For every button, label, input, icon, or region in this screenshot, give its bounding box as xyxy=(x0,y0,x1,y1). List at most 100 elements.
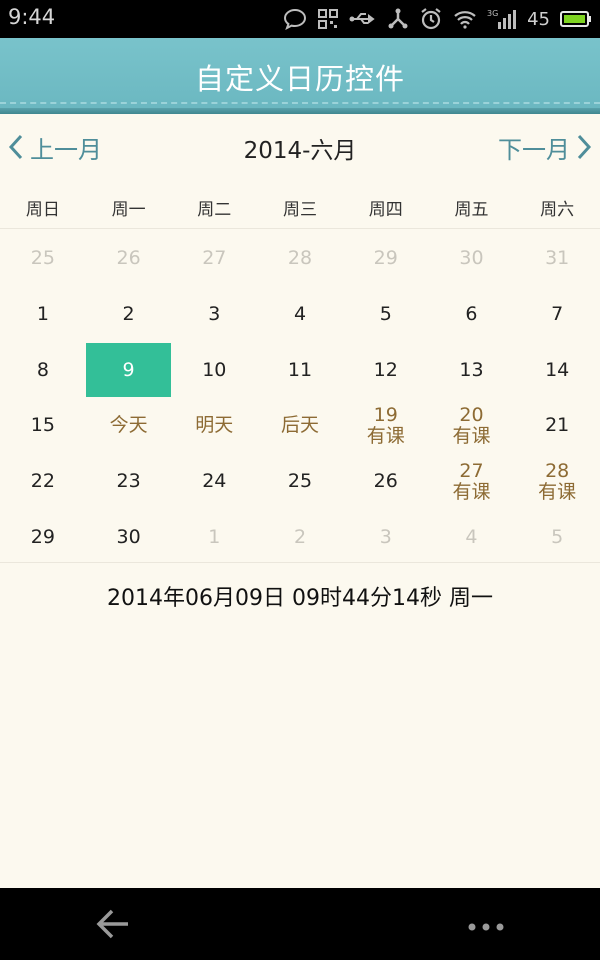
status-bar: 9:44 3G 45 xyxy=(0,0,600,38)
battery-level: 45 xyxy=(527,8,550,30)
day-cell[interactable]: 11 xyxy=(257,342,343,398)
week-row: 15 今天 明天 后天 19 有课 20 有课 21 xyxy=(0,398,600,454)
month-nav: 上一月 2014-六月 下一月 xyxy=(0,114,600,180)
back-arrow-icon xyxy=(96,909,128,939)
next-month-button[interactable]: 下一月 xyxy=(498,131,592,164)
day-cell[interactable]: 5 xyxy=(514,509,600,565)
day-cell[interactable]: 29 xyxy=(343,231,429,287)
day-label: 19 xyxy=(373,403,398,426)
day-cell[interactable]: 2 xyxy=(86,287,172,343)
status-time: 9:44 xyxy=(8,5,56,29)
day-label: 6 xyxy=(465,303,478,326)
day-label: 8 xyxy=(36,358,49,381)
signal-icon: 3G xyxy=(487,9,517,29)
day-cell[interactable]: 5 xyxy=(343,287,429,343)
day-cell[interactable]: 27 xyxy=(171,231,257,287)
back-button[interactable] xyxy=(94,906,134,946)
day-cell[interactable]: 10 xyxy=(171,342,257,398)
day-label: 20 xyxy=(459,403,484,426)
day-label: 21 xyxy=(545,414,570,437)
title-bar: 自定义日历控件 xyxy=(0,38,600,114)
day-label: 今天 xyxy=(109,414,148,437)
day-label: 4 xyxy=(293,303,307,326)
day-cell[interactable]: 28 xyxy=(257,231,343,287)
wifi-icon xyxy=(454,11,476,29)
weekday-header: 周日 周一 周二 周三 周四 周五 周六 xyxy=(0,193,600,229)
week-row: 25 26 27 28 29 30 31 xyxy=(0,231,600,287)
day-cell[interactable]: 后天 xyxy=(257,398,343,454)
day-label: 后天 xyxy=(281,414,320,437)
share-icon xyxy=(388,8,408,29)
day-label: 31 xyxy=(545,247,570,270)
day-cell[interactable]: 29 xyxy=(0,509,86,565)
day-label: 5 xyxy=(379,303,392,326)
qr-scan-icon xyxy=(318,9,339,29)
day-label: 14 xyxy=(545,358,570,381)
day-cell[interactable]: 28 有课 xyxy=(514,454,600,510)
day-label: 1 xyxy=(208,525,221,548)
day-label: 28 xyxy=(545,459,570,482)
day-cell[interactable]: 1 xyxy=(0,287,86,343)
day-note: 有课 xyxy=(366,424,405,447)
week-row: 22 23 24 25 26 27 有课 28 有课 xyxy=(0,454,600,510)
weekday-label: 周三 xyxy=(283,200,318,220)
calendar-grid: 25 26 27 28 29 30 31 1 2 3 4 5 6 7 8 9 10 11 12 13 14 15 今天 明天后… xyxy=(0,231,600,565)
day-cell[interactable]: 1 xyxy=(171,509,257,565)
battery-icon xyxy=(560,11,591,27)
day-cell[interactable]: 25 xyxy=(257,454,343,510)
day-label: 22 xyxy=(30,470,55,493)
day-label: 3 xyxy=(379,525,392,548)
day-cell[interactable]: 25 xyxy=(0,231,86,287)
more-button[interactable] xyxy=(466,918,506,937)
day-cell[interactable]: 26 xyxy=(86,231,172,287)
day-label: 4 xyxy=(465,525,478,548)
day-label: 26 xyxy=(373,470,398,493)
day-label: 27 xyxy=(202,247,227,270)
day-cell[interactable]: 30 xyxy=(86,509,172,565)
day-cell[interactable]: 21 xyxy=(514,398,600,454)
day-cell[interactable]: 26 xyxy=(343,454,429,510)
week-row: 29 30 1 2 3 4 5 xyxy=(0,509,600,565)
day-cell-selected[interactable]: 9 xyxy=(85,343,172,398)
weekday-label: 周五 xyxy=(454,200,489,220)
bottom-nav-bar xyxy=(0,888,600,960)
day-cell[interactable]: 30 xyxy=(429,231,515,287)
day-cell[interactable]: 15 xyxy=(0,398,86,454)
day-label: 28 xyxy=(287,247,313,270)
day-cell[interactable]: 27 有课 xyxy=(429,454,515,510)
day-cell[interactable]: 19 有课 xyxy=(343,398,429,454)
day-cell[interactable]: 24 xyxy=(171,454,257,510)
day-cell[interactable]: 3 xyxy=(343,509,429,565)
day-label: 15 xyxy=(30,414,55,437)
day-note: 有课 xyxy=(452,424,491,447)
next-month-label: 下一月 xyxy=(498,135,570,164)
day-cell[interactable]: 23 xyxy=(86,454,172,510)
day-cell[interactable]: 3 xyxy=(171,287,257,343)
chevron-right-icon xyxy=(577,134,592,160)
day-label: 12 xyxy=(373,358,398,381)
grid-divider xyxy=(0,562,600,563)
day-label: 25 xyxy=(30,247,55,270)
day-cell[interactable]: 4 xyxy=(429,509,515,565)
day-cell[interactable]: 6 xyxy=(429,287,515,343)
day-cell[interactable]: 2 xyxy=(257,509,343,565)
day-label: 30 xyxy=(116,525,141,548)
day-cell[interactable]: 20 有课 xyxy=(429,398,515,454)
weekday-label: 周六 xyxy=(540,200,575,220)
day-cell[interactable]: 22 xyxy=(0,454,86,510)
day-label: 29 xyxy=(30,525,55,548)
weekday-label: 周二 xyxy=(197,200,232,220)
day-label: 9 xyxy=(122,358,135,381)
day-cell[interactable]: 4 xyxy=(257,287,343,343)
day-cell[interactable]: 8 xyxy=(0,342,86,398)
day-note: 有课 xyxy=(538,480,577,503)
day-cell[interactable]: 今天 xyxy=(86,398,172,454)
day-cell[interactable]: 12 xyxy=(343,342,429,398)
chat-bubble-icon xyxy=(284,8,307,30)
day-label: 23 xyxy=(116,470,141,493)
day-cell[interactable]: 14 xyxy=(514,342,600,398)
day-cell[interactable]: 31 xyxy=(514,231,600,287)
day-cell[interactable]: 13 xyxy=(429,342,515,398)
day-cell[interactable]: 明天 xyxy=(171,398,257,454)
day-cell[interactable]: 7 xyxy=(514,287,600,343)
